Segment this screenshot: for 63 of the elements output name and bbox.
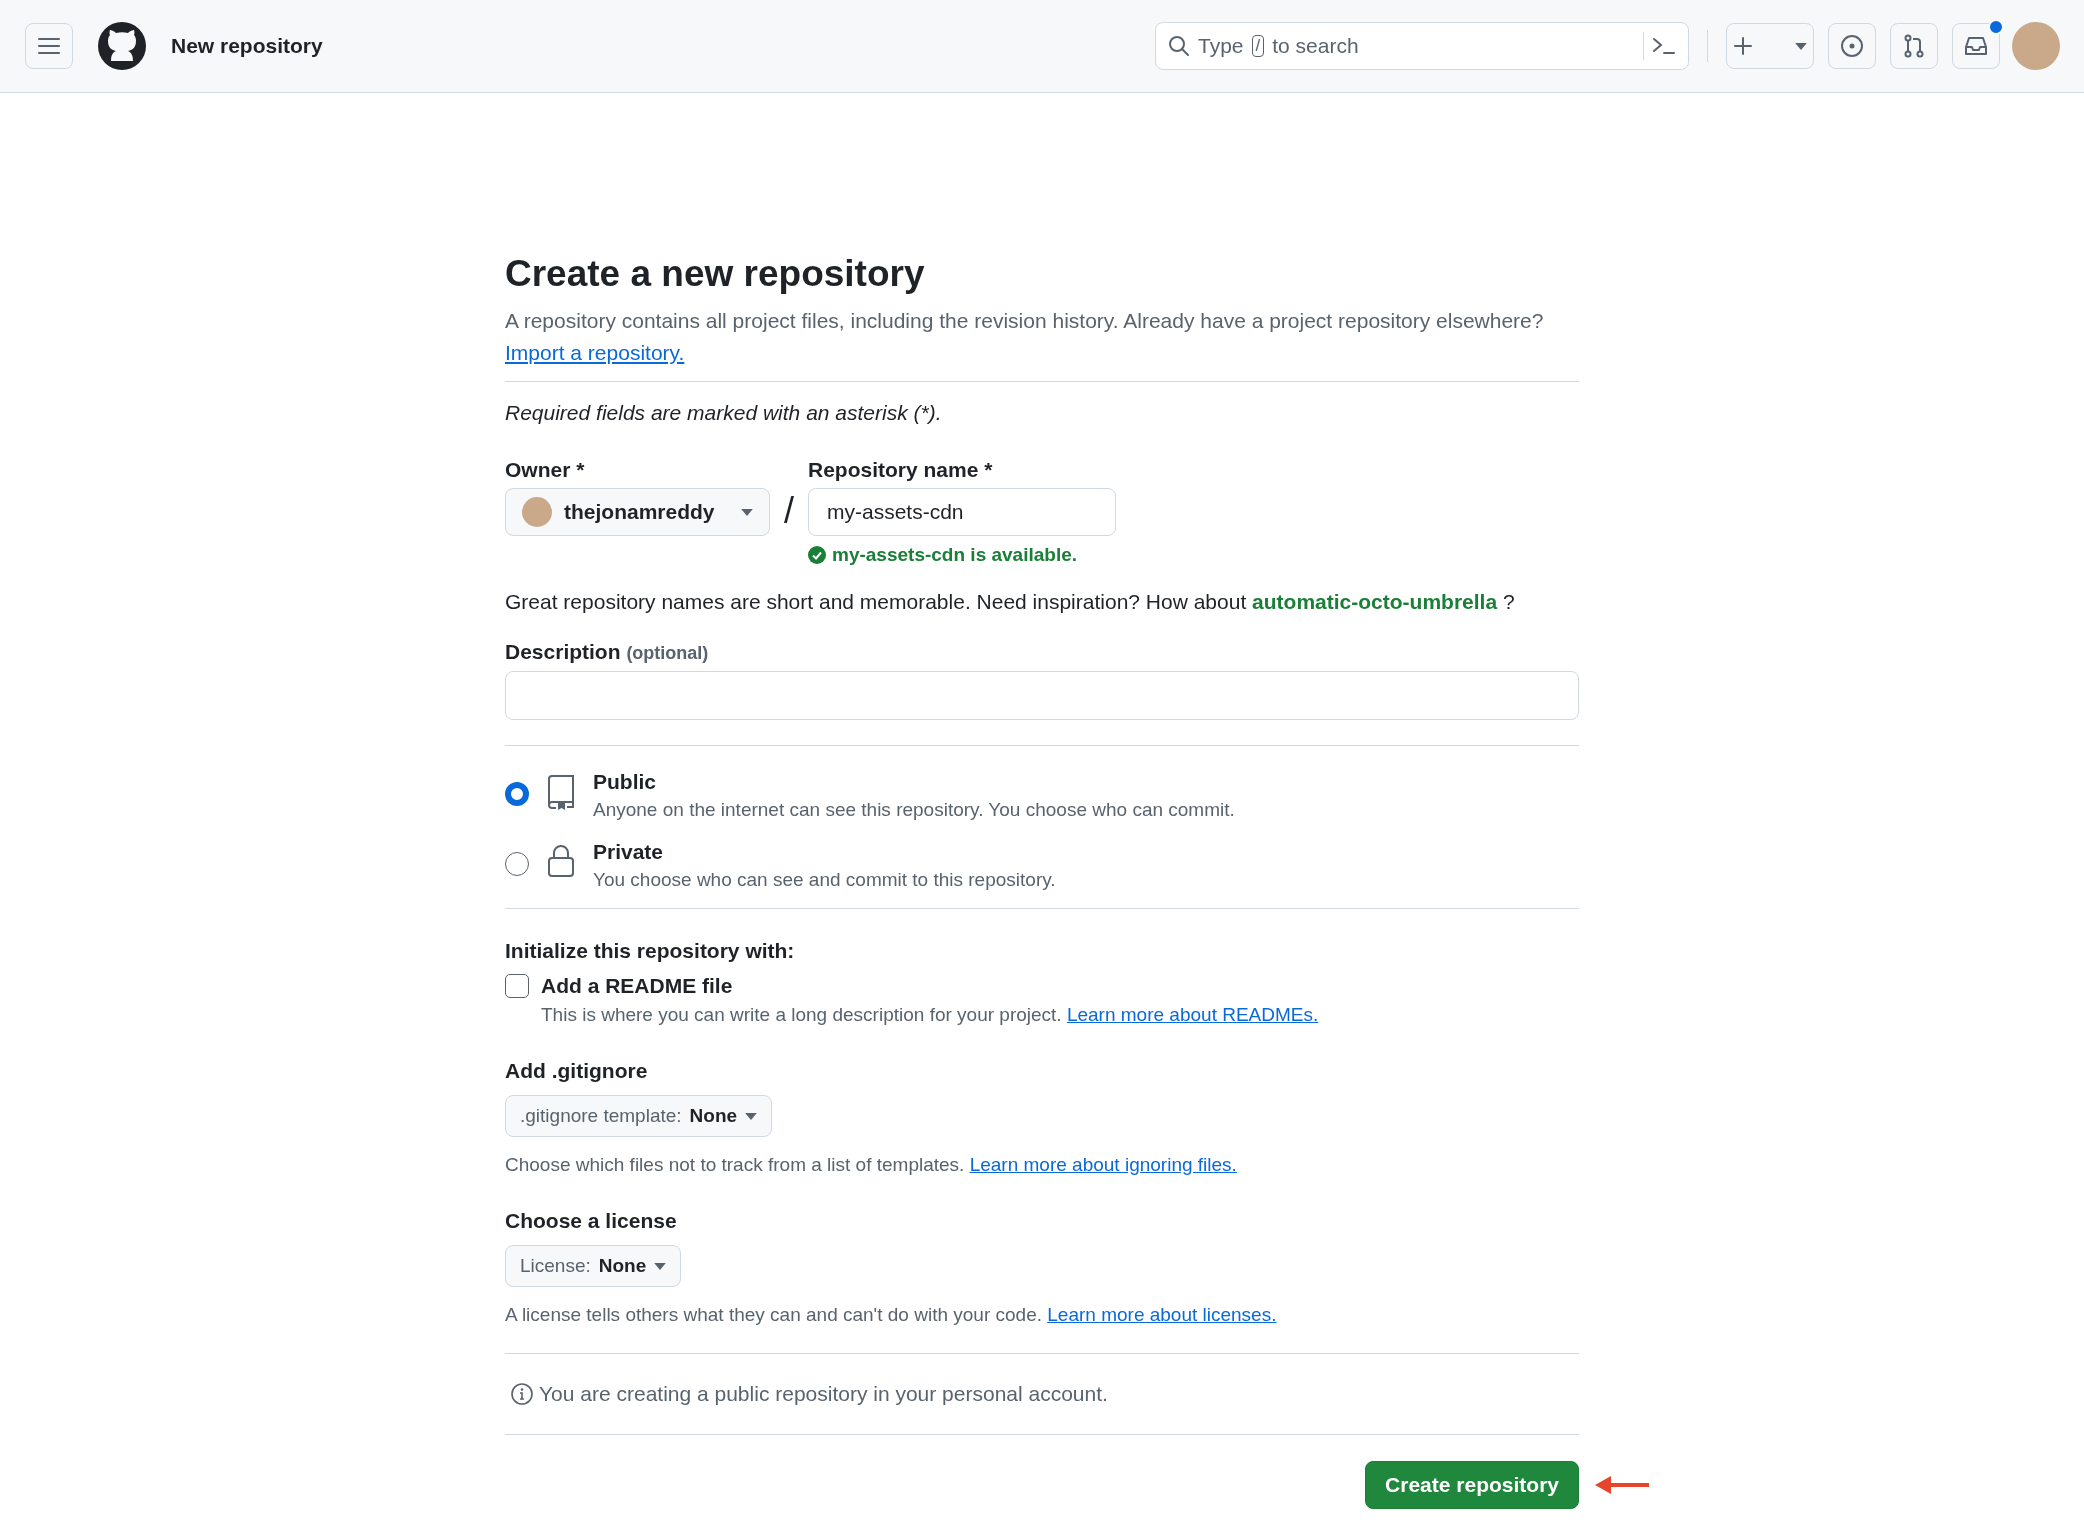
search-hint: Type <box>1198 34 1244 58</box>
learn-more-link[interactable]: Learn more about ignoring files. <box>969 1154 1237 1175</box>
pull-requests-button[interactable] <box>1890 23 1938 69</box>
option-description: Anyone on the internet can see this repository. You choose who can commit. <box>593 798 1235 822</box>
owner-dropdown[interactable]: thejonamreddy <box>505 488 770 536</box>
import-link[interactable]: Import a repository. <box>505 341 685 364</box>
plus-icon <box>1733 36 1753 56</box>
search-icon <box>1168 35 1190 57</box>
caret-icon <box>654 1262 667 1270</box>
info-icon <box>511 1383 533 1405</box>
check-circle-icon <box>808 546 826 564</box>
caret-icon <box>745 1112 758 1120</box>
section-heading: Choose a license <box>505 1208 678 1234</box>
inbox-icon <box>1964 35 1988 57</box>
search-hint: to search <box>1272 34 1359 58</box>
template-dropdown[interactable]: .gitignore template: None <box>505 1095 773 1137</box>
page-title: New repository <box>171 34 323 58</box>
checkbox-label: Add a README file <box>541 973 733 999</box>
inbox-button[interactable] <box>1952 23 2000 69</box>
help-text: This is where you can write a long description for your project. Learn more about READMEs. <box>541 1003 1320 1027</box>
issues-button[interactable] <box>1828 23 1876 69</box>
avatar <box>522 497 552 527</box>
logo-icon[interactable] <box>97 21 147 71</box>
help-text: A license tells others what they can and can't do with your code. Learn more about licenses. <box>505 1303 1278 1327</box>
issue-icon <box>1840 34 1864 58</box>
create-repository-button[interactable]: Create repository <box>1365 1461 1579 1509</box>
field-label: Description <box>505 640 621 663</box>
intro-text: A repository contains all project files, including the revision history. Already have a project repository elsewhere? Import a repository. <box>505 308 1545 366</box>
repository-name-field[interactable]: my-assets-cdn <box>808 488 1116 536</box>
option-title: Private <box>593 839 665 865</box>
caret-icon <box>1795 42 1807 50</box>
repo-icon <box>547 774 575 810</box>
option-description: You choose who can see and commit to this repository. <box>593 868 1056 892</box>
readme-link[interactable]: Learn more about READMEs. <box>1066 1004 1319 1025</box>
shortcut-key: / <box>1251 35 1265 57</box>
optional-hint: (optional) <box>626 643 709 663</box>
option-title: Public <box>593 769 657 795</box>
field-label: Repository name * <box>808 457 994 483</box>
heading: Create a new repository <box>505 253 926 295</box>
description-field[interactable] <box>505 671 1579 720</box>
terminal-icon[interactable] <box>1652 36 1676 56</box>
caret-icon <box>741 508 753 516</box>
field-label: Owner * <box>505 457 586 483</box>
learn-more-link[interactable]: Learn more about licenses. <box>1047 1304 1277 1325</box>
radio-button[interactable] <box>505 852 529 876</box>
checkbox[interactable] <box>505 974 529 998</box>
notice-text: You are creating a public repository in your personal account. <box>539 1382 1108 1406</box>
help-text: Choose which files not to track from a list of templates. Learn more about ignoring files. <box>505 1153 1238 1177</box>
required-note: Required fields are marked with an asterisk (*). <box>505 400 943 426</box>
create-menu-button[interactable] <box>1726 23 1814 69</box>
suggestion-text: Great repository names are short and memorable. Need inspiration? How about automatic-octo-umbrella ? <box>505 589 1516 615</box>
section-heading: Initialize this repository with: <box>505 938 796 964</box>
separator: / <box>784 490 794 532</box>
search-field[interactable]: Type / to search <box>1155 22 1689 70</box>
pull-request-icon <box>1903 34 1925 58</box>
radio-button[interactable] <box>505 782 529 806</box>
menu-button[interactable] <box>25 23 73 69</box>
availability-message: my-assets-cdn is available. <box>832 544 1078 566</box>
arrow-annotation <box>1595 1474 1649 1496</box>
section-heading: Add .gitignore <box>505 1058 649 1084</box>
menu-icon <box>38 37 60 55</box>
lock-icon <box>547 844 575 878</box>
template-dropdown[interactable]: License: None <box>505 1245 682 1287</box>
